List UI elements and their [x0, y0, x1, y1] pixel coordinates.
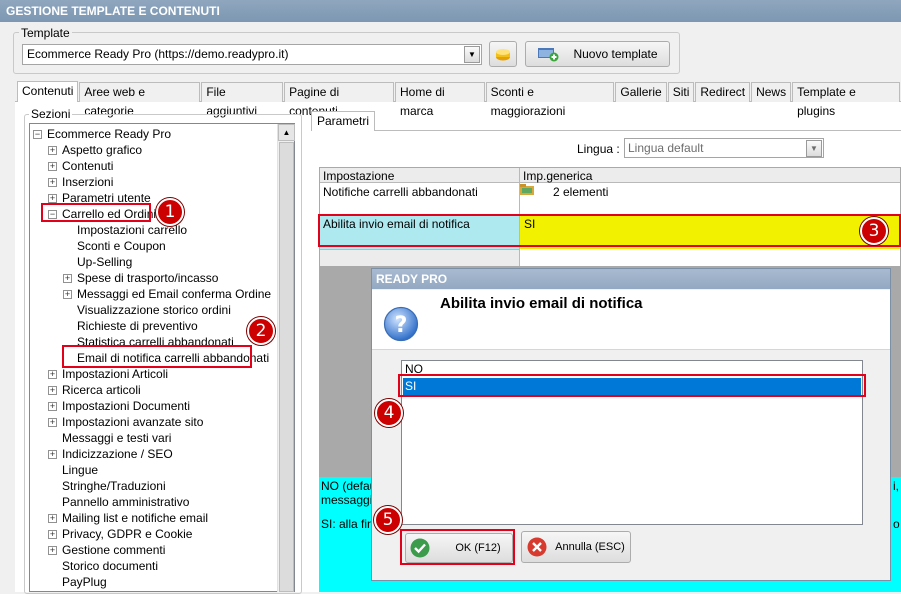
scrollbar-thumb[interactable] — [279, 142, 294, 592]
tab-news[interactable]: News — [751, 82, 792, 102]
row-notifiche-label[interactable]: Notifiche carrelli abbandonati — [320, 185, 478, 199]
lingua-label: Lingua : — [577, 142, 620, 156]
tree-item-root[interactable]: − Ecommerce Ready Pro — [33, 126, 171, 142]
sezioni-legend: Sezioni — [29, 107, 73, 121]
expand-icon[interactable]: + — [48, 514, 57, 523]
description-line-1: NO (defau — [321, 479, 377, 493]
expand-icon[interactable]: + — [48, 370, 57, 379]
tab-pagine-contenuti[interactable]: Pagine di contenuti — [284, 82, 394, 118]
tree-item[interactable]: + Privacy, GDPR e Cookie — [48, 526, 192, 542]
step-badge-2: 2 — [247, 317, 275, 345]
highlight-box-3 — [318, 214, 901, 247]
col-impostazione: Impostazione — [323, 169, 395, 183]
highlight-box-4 — [398, 374, 866, 397]
expand-icon[interactable]: + — [48, 450, 57, 459]
col-imp-generica: Imp.generica — [523, 169, 593, 183]
expand-icon[interactable]: + — [48, 418, 57, 427]
expand-icon[interactable]: + — [48, 162, 57, 171]
tree-item[interactable]: Messaggi e testi vari — [62, 430, 171, 446]
expand-icon[interactable]: + — [48, 530, 57, 539]
tree-item[interactable]: + Indicizzazione / SEO — [48, 446, 173, 462]
tree-item[interactable]: + Mailing list e notifiche email — [48, 510, 208, 526]
expand-icon[interactable]: + — [48, 178, 57, 187]
cancel-label: Annulla (ESC) — [555, 541, 625, 553]
expand-icon[interactable]: + — [48, 546, 57, 555]
dialog-question: Abilita invio email di notifica — [440, 295, 643, 312]
tree-item[interactable]: Pannello amministrativo — [62, 494, 189, 510]
tree-item[interactable]: + Spese di trasporto/incasso — [63, 270, 218, 286]
expand-icon[interactable]: + — [48, 402, 57, 411]
tree-item[interactable]: Stringhe/Traduzioni — [62, 478, 166, 494]
cancel-icon — [527, 537, 547, 557]
folder-icon — [520, 184, 534, 195]
description-right-1: i, — [893, 479, 899, 493]
collapse-icon[interactable]: − — [33, 130, 42, 139]
tab-aree-web[interactable]: Aree web e categorie — [79, 82, 201, 118]
lingua-select[interactable]: Lingua default ▼ — [624, 138, 824, 158]
expand-icon[interactable]: + — [63, 290, 72, 299]
expand-icon[interactable]: + — [48, 386, 57, 395]
tree-item[interactable]: + Gestione commenti — [48, 542, 165, 558]
template-select-value: Ecommerce Ready Pro (https://demo.readyp… — [27, 47, 289, 61]
tree-item[interactable]: Sconti e Coupon — [77, 238, 166, 254]
highlight-box-5 — [400, 529, 515, 565]
tab-home-marca[interactable]: Home di marca — [394, 82, 485, 118]
tree-item[interactable]: + Inserzioni — [48, 174, 113, 190]
tree-item[interactable]: + Contenuti — [48, 158, 113, 174]
cancel-button[interactable]: Annulla (ESC) — [521, 531, 631, 563]
highlight-box-1 — [41, 203, 151, 222]
tab-contenuti[interactable]: Contenuti — [17, 81, 79, 102]
question-icon: ? — [383, 306, 419, 342]
tab-parametri[interactable]: Parametri — [311, 111, 376, 131]
main-tabs: Contenuti Aree web e categorie File aggi… — [17, 81, 901, 118]
tab-template-plugins[interactable]: Template e plugins — [792, 82, 900, 118]
lingua-select-value: Lingua default — [628, 141, 704, 155]
tab-file-aggiuntivi[interactable]: File aggiuntivi — [201, 82, 284, 118]
step-badge-1: 1 — [156, 198, 184, 226]
grid-header — [320, 168, 900, 183]
tree-item[interactable]: + Impostazioni Documenti — [48, 398, 190, 414]
tree-item[interactable]: + Ricerca articoli — [48, 382, 141, 398]
dialog-header: ? Abilita invio email di notifica — [372, 290, 890, 350]
expand-icon[interactable]: + — [48, 146, 57, 155]
tab-gallerie[interactable]: Gallerie — [615, 82, 667, 102]
scroll-up-icon[interactable]: ▲ — [278, 124, 295, 141]
tree-item[interactable]: + Impostazioni Articoli — [48, 366, 168, 382]
description-right-2: o — [893, 517, 900, 531]
tab-sconti[interactable]: Sconti e maggiorazioni — [485, 82, 615, 118]
expand-icon[interactable]: + — [48, 194, 57, 203]
tree-item[interactable]: PayPlug — [62, 574, 107, 590]
tree-scrollbar[interactable]: ▲ — [277, 124, 295, 592]
step-badge-4: 4 — [375, 399, 403, 427]
window-title: GESTIONE TEMPLATE E CONTENUTI — [0, 0, 901, 22]
tree-item[interactable]: Richieste di preventivo — [77, 318, 198, 334]
tree-item[interactable]: Lingue — [62, 462, 98, 478]
highlight-box-2 — [62, 345, 252, 368]
tree-item[interactable]: + Impostazioni avanzate sito — [48, 414, 203, 430]
step-badge-5: 5 — [374, 506, 402, 534]
parametri-tab-line — [311, 130, 901, 131]
tree-item[interactable]: Storico documenti — [62, 558, 158, 574]
tab-siti[interactable]: Siti — [667, 82, 695, 102]
folder-icon — [496, 48, 510, 60]
open-template-button[interactable] — [489, 41, 517, 67]
expand-icon[interactable]: + — [63, 274, 72, 283]
add-window-icon — [538, 48, 559, 62]
tree-item[interactable]: + Messaggi ed Email conferma Ordine — [63, 286, 271, 302]
new-template-button[interactable]: Nuovo template — [525, 41, 670, 67]
tree-item[interactable]: + Aspetto grafico — [48, 142, 142, 158]
template-select[interactable]: Ecommerce Ready Pro (https://demo.readyp… — [22, 44, 482, 65]
tree-item[interactable]: Up-Selling — [77, 254, 132, 270]
tab-redirect[interactable]: Redirect — [695, 82, 751, 102]
chevron-down-icon[interactable]: ▼ — [464, 46, 480, 63]
template-legend: Template — [19, 26, 72, 40]
svg-text:?: ? — [395, 313, 408, 338]
new-template-label: Nuovo template — [573, 47, 658, 61]
grid-empty-row — [320, 249, 519, 266]
step-badge-3: 3 — [860, 217, 888, 245]
dialog-title: READY PRO — [372, 269, 890, 289]
tree-item[interactable]: Visualizzazione storico ordini — [77, 302, 231, 318]
chevron-down-icon[interactable]: ▼ — [806, 140, 822, 157]
